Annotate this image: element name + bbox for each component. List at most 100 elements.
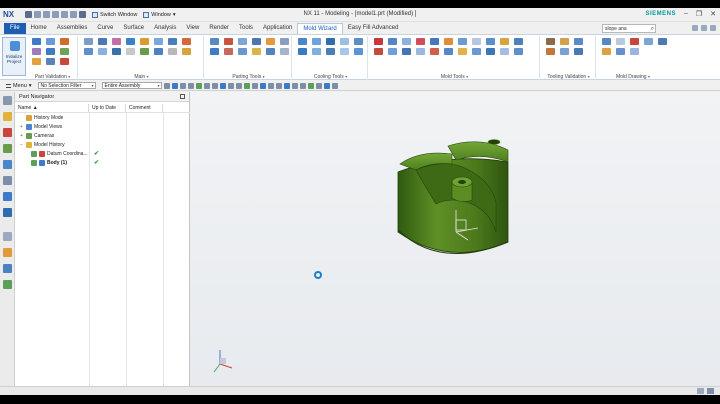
switch-window-button[interactable]: Switch Window: [92, 11, 137, 18]
mold-tool-icon[interactable]: [430, 48, 439, 55]
mold-tool-icon[interactable]: [430, 38, 439, 45]
part-tool-icon[interactable]: [60, 48, 69, 55]
tab-mold-wizard[interactable]: Mold Wizard: [297, 23, 343, 34]
command-finder-icon[interactable]: [79, 11, 86, 18]
main-tool-icon[interactable]: [154, 48, 163, 55]
zoom-icon[interactable]: [291, 82, 298, 89]
fit-view-icon[interactable]: [283, 82, 290, 89]
control-point-icon[interactable]: [219, 82, 226, 89]
deselect-icon[interactable]: [179, 82, 186, 89]
group-label[interactable]: Parting Tools ▾: [206, 74, 291, 80]
settings-icon[interactable]: [3, 96, 12, 105]
mold-tool-icon[interactable]: [514, 38, 523, 45]
show-hide-icon[interactable]: [323, 82, 330, 89]
drawing-tool-icon[interactable]: [602, 38, 611, 45]
column-comment[interactable]: Comment: [126, 104, 163, 112]
main-tool-icon[interactable]: [126, 48, 135, 55]
system-scene-icon[interactable]: [3, 280, 12, 289]
parting-tool-icon[interactable]: [210, 38, 219, 45]
mold-tool-icon[interactable]: [500, 38, 509, 45]
intersection-icon[interactable]: [227, 82, 234, 89]
drawing-tool-icon[interactable]: [644, 38, 653, 45]
group-label[interactable]: Mold Tools ▾: [370, 74, 539, 80]
process-studio-icon[interactable]: [3, 248, 12, 257]
tab-render[interactable]: Render: [204, 23, 234, 34]
mold-tool-icon[interactable]: [402, 38, 411, 45]
web-browser-icon[interactable]: [3, 192, 12, 201]
close-icon[interactable]: ✕: [710, 10, 716, 18]
mold-tool-icon[interactable]: [374, 48, 383, 55]
quadrant-point-icon[interactable]: [243, 82, 250, 89]
tab-surface[interactable]: Surface: [118, 23, 149, 34]
part-tool-icon[interactable]: [32, 48, 41, 55]
group-label[interactable]: Mold Drawing ▾: [598, 74, 668, 80]
command-search-input[interactable]: slope ana ⌕: [602, 24, 656, 33]
validation-tool-icon[interactable]: [560, 38, 569, 45]
mold-tool-icon[interactable]: [388, 48, 397, 55]
tab-curve[interactable]: Curve: [92, 23, 118, 34]
model-viewport[interactable]: [190, 92, 720, 395]
point-on-face-icon[interactable]: [259, 82, 266, 89]
expand-icon[interactable]: +: [19, 133, 24, 139]
type-filter-select[interactable]: No Selection Filter ▾: [37, 82, 96, 89]
part-tool-icon[interactable]: [46, 38, 55, 45]
collapse-icon[interactable]: −: [19, 142, 24, 148]
tab-view[interactable]: View: [181, 23, 204, 34]
snap-icon[interactable]: [187, 82, 194, 89]
parting-tool-icon[interactable]: [252, 48, 261, 55]
mold-part-model[interactable]: [397, 139, 509, 255]
tree-row-datum-csys[interactable]: Datum Coordina... ✔: [15, 149, 190, 158]
render-style-icon[interactable]: [307, 82, 314, 89]
group-label[interactable]: Cooling Tools ▾: [294, 74, 367, 80]
main-tool-icon[interactable]: [112, 48, 121, 55]
view-orient-icon[interactable]: [275, 82, 282, 89]
midpoint-icon[interactable]: [211, 82, 218, 89]
column-up-to-date[interactable]: Up to Date: [89, 104, 126, 112]
cooling-tool-icon[interactable]: [340, 38, 349, 45]
tree-row-model-views[interactable]: + Model Views: [15, 122, 190, 131]
drawing-tool-icon[interactable]: [658, 38, 667, 45]
parting-tool-icon[interactable]: [210, 48, 219, 55]
tab-home[interactable]: Home: [26, 23, 52, 34]
validation-tool-icon[interactable]: [574, 38, 583, 45]
drawing-tool-icon[interactable]: [630, 38, 639, 45]
system-materials-icon[interactable]: [3, 232, 12, 241]
drawing-tool-icon[interactable]: [616, 38, 625, 45]
mold-tool-icon[interactable]: [402, 48, 411, 55]
window-menu-button[interactable]: Window ▾: [143, 11, 176, 18]
tab-file[interactable]: File: [4, 23, 26, 34]
group-label[interactable]: Main ▾: [80, 74, 203, 80]
part-tool-icon[interactable]: [32, 38, 41, 45]
expand-icon[interactable]: +: [19, 124, 24, 130]
help-icon[interactable]: [692, 25, 698, 31]
mold-tool-icon[interactable]: [486, 38, 495, 45]
search-icon[interactable]: ⌕: [651, 25, 654, 33]
parting-tool-icon[interactable]: [280, 38, 289, 45]
menu-button[interactable]: Menu ▾: [6, 83, 32, 89]
tab-application[interactable]: Application: [258, 23, 297, 34]
main-tool-icon[interactable]: [154, 38, 163, 45]
cooling-tool-icon[interactable]: [354, 38, 363, 45]
paste-icon[interactable]: [70, 11, 77, 18]
mold-tool-icon[interactable]: [416, 48, 425, 55]
mold-tool-icon[interactable]: [374, 38, 383, 45]
constraint-navigator-icon[interactable]: [3, 128, 12, 137]
cooling-tool-icon[interactable]: [340, 48, 349, 55]
status-icon[interactable]: [707, 388, 714, 394]
point-on-curve-icon[interactable]: [251, 82, 258, 89]
parting-tool-icon[interactable]: [224, 38, 233, 45]
parting-tool-icon[interactable]: [238, 38, 247, 45]
cooling-tool-icon[interactable]: [312, 38, 321, 45]
roles-icon[interactable]: [3, 264, 12, 273]
main-tool-icon[interactable]: [112, 38, 121, 45]
part-tool-icon[interactable]: [60, 58, 69, 65]
column-name[interactable]: Name ▲: [15, 104, 89, 112]
tab-easy-fill-advanced[interactable]: Easy Fill Advanced: [343, 23, 404, 34]
cooling-tool-icon[interactable]: [326, 38, 335, 45]
part-tool-icon[interactable]: [32, 58, 41, 65]
main-tool-icon[interactable]: [84, 38, 93, 45]
main-tool-icon[interactable]: [182, 48, 191, 55]
checkbox-icon[interactable]: [31, 150, 37, 157]
wcs-icon[interactable]: [331, 82, 338, 89]
parting-tool-icon[interactable]: [266, 48, 275, 55]
